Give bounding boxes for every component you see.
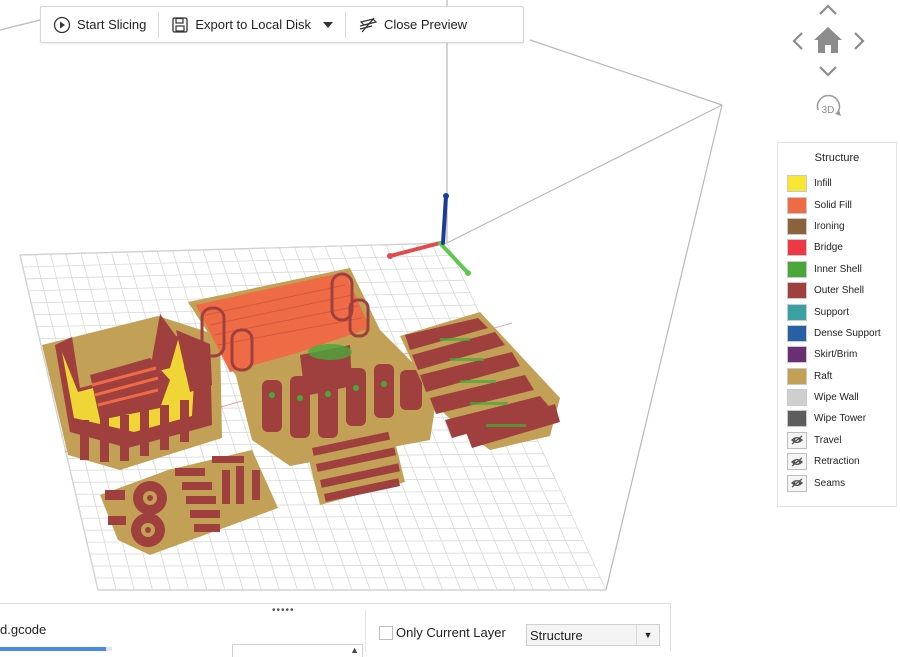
chevron-up-icon[interactable] — [820, 6, 836, 14]
legend-item-label: Ironing — [814, 221, 845, 232]
eye-hidden-icon[interactable] — [787, 432, 807, 449]
view-3d-label: 3D — [822, 105, 835, 116]
legend-item[interactable]: Wipe Tower — [778, 408, 896, 429]
only-current-layer-label: Only Current Layer — [396, 625, 506, 640]
legend-item-label: Retraction — [814, 456, 860, 467]
legend-color-swatch — [787, 175, 807, 192]
layers-close-icon — [358, 16, 378, 34]
legend-item[interactable]: Skirt/Brim — [778, 344, 896, 365]
legend-item[interactable]: Bridge — [778, 237, 896, 258]
legend-title: Structure — [778, 152, 896, 164]
close-preview-label: Close Preview — [384, 17, 467, 32]
legend-color-swatch — [787, 304, 807, 321]
gcode-file-name: d.gcode — [0, 622, 46, 637]
axis-gizmo — [387, 193, 471, 276]
legend-item[interactable]: Support — [778, 301, 896, 322]
legend-list: Infill Solid Fill Ironing Bridge Inner Shell… — [778, 173, 896, 494]
layer-slider[interactable] — [0, 647, 112, 651]
legend-color-swatch — [787, 346, 807, 363]
stepper-icon[interactable]: ▲ — [350, 645, 359, 655]
legend-item[interactable]: Travel — [778, 430, 896, 451]
legend-item[interactable]: Seams — [778, 472, 896, 493]
3d-viewport[interactable] — [0, 0, 900, 650]
export-options-dropdown[interactable] — [317, 7, 345, 42]
layer-control-panel: ••••• d.gcode ▲ Only Current Layer Struc… — [0, 603, 671, 651]
eye-hidden-icon[interactable] — [787, 475, 807, 492]
legend-item-label: Inner Shell — [814, 264, 862, 275]
panel-resize-grip[interactable]: ••••• — [272, 605, 295, 616]
home-icon[interactable] — [814, 27, 842, 53]
layer-slider-fill — [0, 647, 106, 651]
legend-color-swatch — [787, 261, 807, 278]
caret-down-icon — [323, 21, 333, 29]
only-current-layer-checkbox[interactable] — [379, 626, 393, 640]
view-mode-value: Structure — [530, 628, 583, 643]
legend-item-label: Outer Shell — [814, 285, 864, 296]
legend-item-label: Seams — [814, 478, 845, 489]
play-circle-icon — [53, 16, 71, 34]
legend-color-swatch — [787, 218, 807, 235]
legend-item[interactable]: Dense Support — [778, 323, 896, 344]
legend-color-swatch — [787, 282, 807, 299]
export-local-disk-button[interactable]: Export to Local Disk — [159, 7, 317, 42]
eye-hidden-icon[interactable] — [787, 453, 807, 470]
legend-item-label: Wipe Wall — [814, 392, 859, 403]
legend-color-swatch — [787, 368, 807, 385]
chevron-down-icon[interactable] — [820, 67, 836, 75]
save-disk-icon — [171, 16, 189, 34]
legend-item[interactable]: Retraction — [778, 451, 896, 472]
legend-item-label: Solid Fill — [814, 200, 852, 211]
legend-item-label: Support — [814, 307, 849, 318]
legend-item[interactable]: Outer Shell — [778, 280, 896, 301]
panel-divider — [365, 610, 366, 652]
legend-item[interactable]: Inner Shell — [778, 259, 896, 280]
close-preview-button[interactable]: Close Preview — [346, 7, 479, 42]
legend-item-label: Bridge — [814, 242, 843, 253]
legend-color-swatch — [787, 389, 807, 406]
legend-item-label: Wipe Tower — [814, 413, 866, 424]
view-navigation: 3D — [790, 0, 865, 130]
legend-item[interactable]: Raft — [778, 366, 896, 387]
legend-item-label: Infill — [814, 178, 832, 189]
start-slicing-label: Start Slicing — [77, 17, 146, 32]
legend-item-label: Travel — [814, 435, 841, 446]
export-local-disk-label: Export to Local Disk — [195, 17, 311, 32]
rotate-3d-icon[interactable]: 3D — [817, 96, 841, 116]
preview-toolbar: Start Slicing Export to Local Disk Close… — [40, 6, 524, 43]
legend-item-label: Raft — [814, 371, 832, 382]
legend-color-swatch — [787, 325, 807, 342]
legend-item-label: Skirt/Brim — [814, 349, 857, 360]
caret-down-icon: ▼ — [636, 625, 659, 645]
legend-color-swatch — [787, 197, 807, 214]
start-slicing-button[interactable]: Start Slicing — [41, 7, 158, 42]
chevron-right-icon[interactable] — [855, 33, 863, 49]
only-current-layer-toggle[interactable]: Only Current Layer — [379, 625, 506, 640]
legend-color-swatch — [787, 410, 807, 427]
legend-item-label: Dense Support — [814, 328, 881, 339]
legend-item[interactable]: Infill — [778, 173, 896, 194]
legend-color-swatch — [787, 239, 807, 256]
layer-height-field[interactable]: ▲ — [232, 644, 363, 657]
structure-legend: Structure InfillSolid FillIroningBridgeI… — [777, 142, 897, 507]
legend-item[interactable]: Solid Fill — [778, 194, 896, 215]
chevron-left-icon[interactable] — [794, 33, 802, 49]
view-mode-select[interactable]: Structure ▼ — [526, 624, 660, 646]
legend-item[interactable]: Wipe Wall — [778, 387, 896, 408]
legend-item[interactable]: Ironing — [778, 216, 896, 237]
